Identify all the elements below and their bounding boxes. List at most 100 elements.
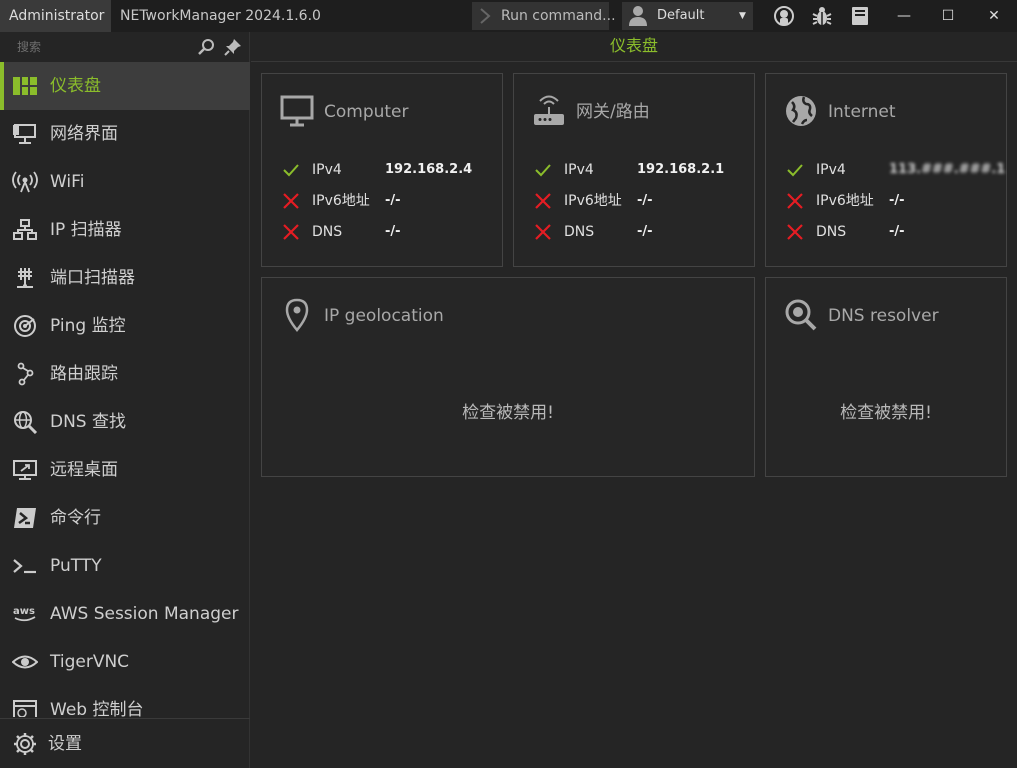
sidebar-item-label: WiFi <box>50 172 85 192</box>
gateway-card: 网关/路由 IPv4 192.168.2.1 IPv6地址 -/- DNS -/… <box>513 73 755 267</box>
bug-icon[interactable] <box>811 5 833 27</box>
check-icon <box>787 164 803 177</box>
terminal-icon <box>13 559 36 574</box>
chevron-down-icon: ▼ <box>739 11 746 21</box>
row-value: 192.168.2.4 <box>385 162 473 177</box>
administrator-badge: Administrator <box>0 0 111 32</box>
sidebar-item-label: 远程桌面 <box>50 460 118 480</box>
dashboard-icon <box>13 77 37 95</box>
sidebar-item-label: 网络界面 <box>50 124 118 144</box>
sidebar-item-dns-lookup[interactable]: DNS 查找 <box>0 398 250 446</box>
sidebar-item-label: TigerVNC <box>50 652 130 672</box>
sidebar-item-label: 路由跟踪 <box>50 364 118 384</box>
search-icon[interactable] <box>198 38 216 56</box>
sidebar-item-ip-scanner[interactable]: IP 扫描器 <box>0 206 250 254</box>
row-value: 192.168.2.1 <box>637 162 725 177</box>
sidebar-item-dashboard[interactable]: 仪表盘 <box>0 62 250 110</box>
docs-icon[interactable] <box>849 5 871 27</box>
remote-desktop-icon <box>13 460 37 480</box>
check-icon <box>535 164 551 177</box>
nav-list: 仪表盘 网络界面 WiFi IP 扫描器 端口扫描器 Ping 监控 路由跟踪 <box>0 62 250 717</box>
dns-resolver-card: DNS resolver 检查被禁用! <box>765 277 1007 477</box>
sidebar-item-label: 命令行 <box>50 508 101 528</box>
row-label: DNS <box>564 224 595 240</box>
sidebar: 仪表盘 网络界面 WiFi IP 扫描器 端口扫描器 Ping 监控 路由跟踪 <box>0 32 250 768</box>
maximize-button[interactable]: ☐ <box>928 0 968 32</box>
cross-icon <box>283 193 299 209</box>
row-label: DNS <box>312 224 343 240</box>
network-interface-icon <box>13 124 36 144</box>
row-label: IPv6地址 <box>816 193 874 209</box>
title-bar: Administrator NETworkManager 2024.1.6.0 … <box>0 0 1017 32</box>
cross-icon <box>787 224 803 240</box>
ip-geolocation-card: IP geolocation 检查被禁用! <box>261 277 755 477</box>
window-title: NETworkManager 2024.1.6.0 <box>120 8 321 24</box>
row-value: -/- <box>889 193 905 208</box>
check-icon <box>283 164 299 177</box>
gear-icon <box>14 733 36 755</box>
ip-scanner-icon <box>13 219 37 240</box>
disabled-message: 检查被禁用! <box>462 403 554 423</box>
router-icon <box>534 95 564 125</box>
wifi-icon <box>12 171 38 193</box>
settings-button[interactable]: 设置 <box>0 718 250 768</box>
sidebar-item-tigervnc[interactable]: TigerVNC <box>0 638 250 686</box>
chevron-right-icon <box>480 8 491 24</box>
aws-icon: aws <box>13 606 36 622</box>
sidebar-item-network-interface[interactable]: 网络界面 <box>0 110 250 158</box>
powershell-icon <box>14 508 36 528</box>
sidebar-item-powershell[interactable]: 命令行 <box>0 494 250 542</box>
web-console-icon <box>13 700 37 717</box>
sidebar-item-traceroute[interactable]: 路由跟踪 <box>0 350 250 398</box>
dns-lookup-icon <box>14 411 38 434</box>
sidebar-item-web-console[interactable]: Web 控制台 <box>0 686 250 717</box>
run-command-button[interactable]: Run command... <box>472 2 616 30</box>
sidebar-item-label: 仪表盘 <box>50 76 101 96</box>
close-button[interactable]: ✕ <box>974 0 1014 32</box>
cross-icon <box>787 193 803 209</box>
search-globe-icon <box>785 299 817 331</box>
search-input[interactable] <box>17 38 187 56</box>
page-title: 仪表盘 <box>251 32 1017 62</box>
row-value: -/- <box>889 224 905 239</box>
row-label: IPv6地址 <box>564 193 622 209</box>
row-value: -/- <box>385 193 401 208</box>
ping-monitor-icon <box>14 315 36 337</box>
monitor-icon <box>280 95 314 127</box>
eye-icon <box>12 655 38 669</box>
sidebar-item-putty[interactable]: PuTTY <box>0 542 250 590</box>
sidebar-item-label: IP 扫描器 <box>50 220 122 240</box>
sidebar-item-remote-desktop[interactable]: 远程桌面 <box>0 446 250 494</box>
row-value: -/- <box>385 224 401 239</box>
sidebar-item-port-scanner[interactable]: 端口扫描器 <box>0 254 250 302</box>
profile-selector[interactable]: Default ▼ <box>622 2 753 30</box>
minimize-button[interactable]: — <box>884 0 924 32</box>
globe-icon <box>786 96 816 126</box>
search-bar <box>0 32 250 62</box>
row-label: IPv4 <box>312 162 342 178</box>
row-value: -/- <box>637 193 653 208</box>
sidebar-item-label: 端口扫描器 <box>50 268 135 288</box>
port-scanner-icon <box>17 268 33 288</box>
computer-card: Computer IPv4 192.168.2.4 IPv6地址 -/- DNS… <box>261 73 503 267</box>
settings-label: 设置 <box>48 734 82 754</box>
sidebar-item-label: Web 控制台 <box>50 700 144 717</box>
github-icon[interactable] <box>773 5 795 27</box>
row-value: 113.###.###.1 <box>889 162 1006 177</box>
map-pin-icon <box>285 298 309 332</box>
card-title: IP geolocation <box>324 306 444 326</box>
row-label: DNS <box>816 224 847 240</box>
row-label: IPv4 <box>816 162 846 178</box>
card-title: 网关/路由 <box>576 102 650 122</box>
sidebar-item-aws-session-manager[interactable]: aws AWS Session Manager <box>0 590 250 638</box>
sidebar-item-ping-monitor[interactable]: Ping 监控 <box>0 302 250 350</box>
sidebar-item-label: Ping 监控 <box>50 316 126 336</box>
pin-icon[interactable] <box>224 38 242 56</box>
disabled-message: 检查被禁用! <box>840 403 932 423</box>
sidebar-item-wifi[interactable]: WiFi <box>0 158 250 206</box>
run-command-label: Run command... <box>501 8 616 24</box>
card-title: DNS resolver <box>828 306 939 326</box>
cross-icon <box>535 193 551 209</box>
sidebar-item-label: AWS Session Manager <box>50 604 239 624</box>
cross-icon <box>283 224 299 240</box>
